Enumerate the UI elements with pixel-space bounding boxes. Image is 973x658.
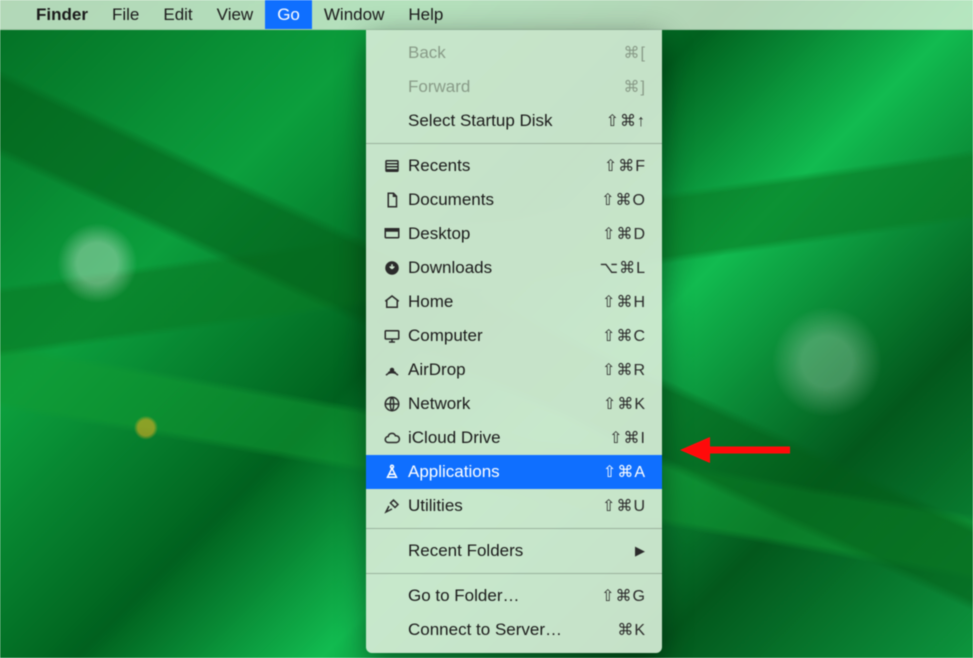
menubar-go[interactable]: Go — [265, 0, 312, 29]
menu-utilities[interactable]: Utilities ⇧⌘U — [366, 489, 662, 523]
downloads-icon — [380, 259, 404, 277]
menu-applications[interactable]: Applications ⇧⌘A — [366, 455, 662, 489]
menu-select-startup-disk[interactable]: Select Startup Disk ⇧⌘↑ — [366, 104, 662, 138]
menu-home[interactable]: Home ⇧⌘H — [366, 285, 662, 319]
applications-icon — [380, 463, 404, 481]
menu-downloads[interactable]: Downloads ⌥⌘L — [366, 251, 662, 285]
documents-icon — [380, 191, 404, 209]
menubar: Finder File Edit View Go Window Help — [0, 0, 973, 30]
submenu-arrow-icon: ▶ — [635, 543, 646, 559]
menu-desktop[interactable]: Desktop ⇧⌘D — [366, 217, 662, 251]
menu-forward: Forward ⌘] — [366, 70, 662, 104]
menu-recent-folders[interactable]: Recent Folders ▶ — [366, 534, 662, 568]
menu-separator — [366, 143, 662, 144]
menu-computer[interactable]: Computer ⇧⌘C — [366, 319, 662, 353]
desktop-icon — [380, 225, 404, 243]
menu-recents[interactable]: Recents ⇧⌘F — [366, 149, 662, 183]
menubar-view[interactable]: View — [205, 0, 266, 29]
network-icon — [380, 395, 404, 413]
menu-go-to-folder[interactable]: Go to Folder… ⇧⌘G — [366, 579, 662, 613]
utilities-icon — [380, 497, 404, 515]
menubar-edit[interactable]: Edit — [151, 0, 204, 29]
menubar-help[interactable]: Help — [396, 0, 455, 29]
menu-back: Back ⌘[ — [366, 36, 662, 70]
menu-airdrop[interactable]: AirDrop ⇧⌘R — [366, 353, 662, 387]
menu-separator — [366, 573, 662, 574]
menu-connect-to-server[interactable]: Connect to Server… ⌘K — [366, 613, 662, 647]
computer-icon — [380, 327, 404, 345]
go-menu: Back ⌘[ Forward ⌘] Select Startup Disk ⇧… — [366, 30, 662, 653]
home-icon — [380, 293, 404, 311]
icloud-icon — [380, 429, 404, 447]
menu-documents[interactable]: Documents ⇧⌘O — [366, 183, 662, 217]
menubar-window[interactable]: Window — [312, 0, 396, 29]
annotation-arrow-icon — [680, 434, 795, 466]
desktop: Finder File Edit View Go Window Help Bac… — [0, 0, 973, 658]
menubar-app-name[interactable]: Finder — [24, 0, 100, 29]
menu-network[interactable]: Network ⇧⌘K — [366, 387, 662, 421]
menu-separator — [366, 528, 662, 529]
menu-icloud-drive[interactable]: iCloud Drive ⇧⌘I — [366, 421, 662, 455]
airdrop-icon — [380, 361, 404, 379]
recents-icon — [380, 157, 404, 175]
menubar-file[interactable]: File — [100, 0, 151, 29]
